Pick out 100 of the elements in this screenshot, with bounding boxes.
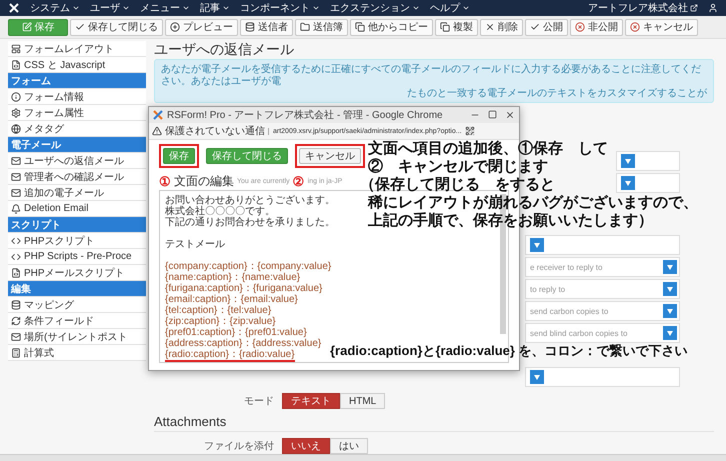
edit-icon [22,22,32,32]
plus-circle-icon [170,22,180,32]
close-icon [485,22,495,32]
sidebar-item-label: フォーム属性 [24,106,84,120]
caret-icon [667,330,673,336]
toolbar-button[interactable]: 削除 [480,18,523,36]
field-label: ファイルを添付 [203,440,274,453]
external-link-icon [690,4,698,12]
sidebar-item[interactable]: PHPスクリプト [8,233,146,249]
annotation-text: 文面へ項目の追加後、①保存 して [368,140,608,158]
notice-text: たものと一致する電子メールのテキストをカスタマイズすることが [407,88,707,100]
copy-icon [440,22,450,32]
sidebar-section-header: 電子メール [8,137,146,153]
dropdown-button[interactable] [621,176,635,190]
sidebar-item[interactable]: マッピング [8,297,146,313]
sidebar-item-label: PHPメールスクリプト [24,266,125,280]
dropdown-button[interactable] [663,304,677,318]
site-link[interactable]: アートフレア株式会社 [588,1,698,15]
close-icon[interactable] [505,110,515,120]
dropdown-button[interactable] [663,260,677,274]
user-icon[interactable] [708,3,718,13]
menu-item[interactable]: 記事 [200,1,230,15]
sidebar-item-label: CSS と Javascript [24,58,106,72]
toolbar-button[interactable]: 保存して閉じる [70,18,163,36]
select-field[interactable] [525,367,680,387]
dropdown-button[interactable] [530,238,544,252]
select-field[interactable] [616,151,680,171]
folder-icon [300,22,310,32]
menu-item[interactable]: エクステンション [330,1,420,15]
section-title: Attachments [154,415,714,432]
caret-icon [222,4,230,12]
copy-icon [355,22,365,32]
menu-item[interactable]: システム [30,1,80,15]
sidebar-item[interactable]: フォーム情報 [8,89,146,105]
sidebar-item[interactable]: 条件フィールド [8,313,146,329]
message-line: {radio:caption}：{radio:value} [165,349,295,362]
check-icon [75,22,85,32]
editor-heading: 文面の編集 [174,172,234,190]
sidebar-item[interactable]: CSS と Javascript [8,57,146,73]
app-logo-icon [153,110,163,120]
message-line: テストメール [165,239,225,250]
sidebar-item[interactable]: 追加の電子メール [8,185,146,201]
sidebar-item[interactable]: PHPメールスクリプト [8,265,146,281]
caret-icon [412,4,420,12]
toolbar-button[interactable]: 送信者 [240,18,293,36]
toggle-option[interactable]: はい [330,438,368,454]
sidebar-section-header: 編集 [8,281,146,297]
toolbar-button[interactable]: 非公開 [570,18,623,36]
sidebar-item[interactable]: PHP Scripts - Pre-Proce [8,249,146,265]
code-icon [11,236,21,246]
sidebar-item[interactable]: ユーザへの返信メール [8,153,146,169]
notice-text: あなたが電子メールを受信するために正確にすべての電子メールのフィールドに入力する必要があることに注意してください。あなたはユーザが電 [161,64,702,88]
maximize-icon[interactable] [488,110,497,119]
select-field[interactable] [616,173,680,193]
caret-icon [667,264,673,270]
file-code-icon [11,60,21,70]
sidebar-item[interactable]: Deletion Email [8,201,146,217]
step-marker: ② [292,174,305,188]
toolbar-button[interactable]: 送信簿 [295,18,348,36]
toolbar-button[interactable]: キャンセル [625,18,698,36]
sidebar-item[interactable]: フォーム属性 [8,105,146,121]
menu-item[interactable]: コンポーネント [240,1,320,15]
dropdown-button[interactable] [530,370,544,384]
calculator-icon [11,348,21,358]
sidebar-item-label: 管理者への確認メール [24,170,124,184]
sidebar-item[interactable]: 場所(サイレントポスト [8,329,146,345]
toggle-option[interactable]: テキスト [282,393,340,409]
sidebar-item[interactable]: 管理者への確認メール [8,169,146,185]
sidebar-item-label: PHP Scripts - Pre-Proce [24,251,132,262]
menu-item[interactable]: ヘルプ [430,1,470,15]
toolbar-button[interactable]: 公開 [525,18,568,36]
sidebar-item[interactable]: フォームレイアウト [8,41,146,57]
menu-item[interactable]: ユーザ [90,1,130,15]
code-icon [11,252,21,262]
globe-icon [11,124,21,134]
sidebar-item-label: Deletion Email [24,203,88,214]
dropdown-button[interactable] [621,154,635,168]
toolbar-button[interactable]: プレビュー [165,18,238,36]
dropdown-button[interactable] [663,282,677,296]
popup-button[interactable]: キャンセル [299,148,361,164]
dropdown-button[interactable] [663,326,677,340]
caret-icon [312,4,320,12]
sidebar-item[interactable]: 計算式 [8,345,146,361]
caret-icon [667,286,673,292]
qr-code-icon[interactable] [464,126,475,136]
window-title: RSForm! Pro - アートフレア株式会社 - 管理 - Google Chrome [167,108,443,122]
toggle-option[interactable]: いいえ [282,438,330,454]
message-line: {company:caption}：{company:value} [165,261,332,272]
sidebar-item[interactable]: メタタグ [8,121,146,137]
sidebar-section-header: フォーム [8,73,146,89]
select-field[interactable] [525,235,680,255]
toolbar-button[interactable]: 他からコピー [350,18,433,36]
caret-icon [182,4,190,12]
file-code-icon [11,268,21,278]
sidebar-item-label: 場所(サイレントポスト [24,330,128,344]
toolbar-button[interactable]: 複製 [435,18,478,36]
menu-item[interactable]: メニュー [140,1,190,15]
caret-icon [72,4,80,12]
toggle-option[interactable]: HTML [340,393,386,409]
refresh-icon [11,316,21,326]
